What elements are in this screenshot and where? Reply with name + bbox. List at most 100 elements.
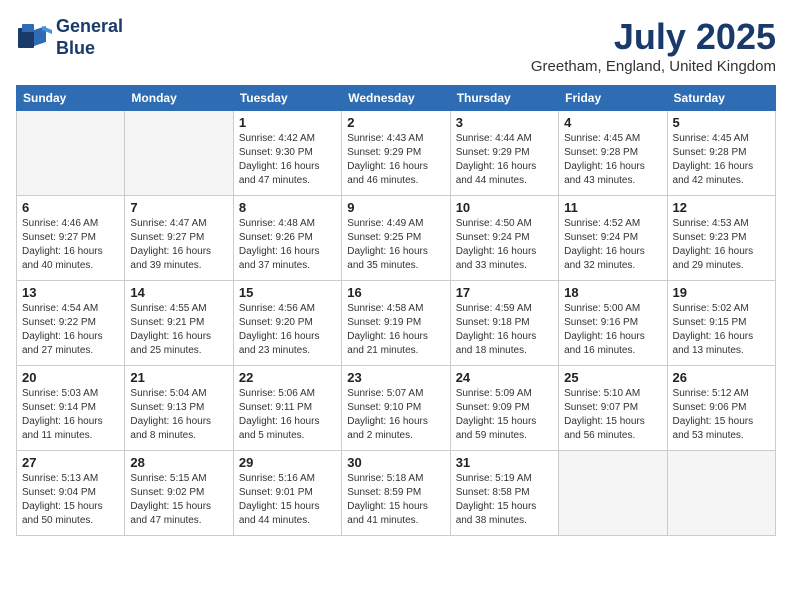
calendar-cell — [667, 451, 775, 536]
header-monday: Monday — [125, 86, 233, 111]
day-number: 1 — [239, 115, 336, 130]
day-info: Sunrise: 4:47 AM Sunset: 9:27 PM Dayligh… — [130, 217, 227, 273]
calendar-cell: 22 Sunrise: 5:06 AM Sunset: 9:11 PM Dayli… — [233, 366, 341, 451]
day-info: Sunrise: 4:53 AM Sunset: 9:23 PM Dayligh… — [673, 217, 770, 273]
calendar-week-2: 6Sunrise: 4:46 AM Sunset: 9:27 PM Daylig… — [17, 196, 776, 281]
calendar-cell: 15 Sunrise: 4:56 AM Sunset: 9:20 PM Dayli… — [233, 281, 341, 366]
calendar-cell: 16 Sunrise: 4:58 AM Sunset: 9:19 PM Dayli… — [342, 281, 450, 366]
calendar-cell: 31 Sunrise: 5:19 AM Sunset: 8:58 PM Dayli… — [450, 451, 558, 536]
day-number: 24 — [456, 370, 553, 385]
calendar-cell: 10 Sunrise: 4:50 AM Sunset: 9:24 PM Dayli… — [450, 196, 558, 281]
day-number: 13 — [22, 285, 119, 300]
day-number: 26 — [673, 370, 770, 385]
day-info: Sunrise: 4:56 AM Sunset: 9:20 PM Dayligh… — [239, 302, 336, 358]
day-number: 22 — [239, 370, 336, 385]
calendar-cell: 13 Sunrise: 4:54 AM Sunset: 9:22 PM Dayli… — [17, 281, 125, 366]
calendar-cell: 4Sunrise: 4:45 AM Sunset: 9:28 PM Daylig… — [559, 111, 667, 196]
day-info: Sunrise: 4:50 AM Sunset: 9:24 PM Dayligh… — [456, 217, 553, 273]
day-number: 19 — [673, 285, 770, 300]
day-number: 5 — [673, 115, 770, 130]
calendar-week-3: 13 Sunrise: 4:54 AM Sunset: 9:22 PM Dayli… — [17, 281, 776, 366]
header-thursday: Thursday — [450, 86, 558, 111]
header-sunday: Sunday — [17, 86, 125, 111]
calendar-week-1: 1 Sunrise: 4:42 AM Sunset: 9:30 PM Daylig… — [17, 111, 776, 196]
day-info: Sunrise: 5:06 AM Sunset: 9:11 PM Dayligh… — [239, 387, 336, 443]
calendar-cell: 17 Sunrise: 4:59 AM Sunset: 9:18 PM Dayli… — [450, 281, 558, 366]
day-number: 31 — [456, 455, 553, 470]
calendar-cell: 24 Sunrise: 5:09 AM Sunset: 9:09 PM Dayli… — [450, 366, 558, 451]
day-info: Sunrise: 5:19 AM Sunset: 8:58 PM Dayligh… — [456, 472, 553, 528]
logo: General Blue — [16, 16, 123, 59]
day-number: 14 — [130, 285, 227, 300]
calendar-cell: 26 Sunrise: 5:12 AM Sunset: 9:06 PM Dayli… — [667, 366, 775, 451]
day-info: Sunrise: 5:00 AM Sunset: 9:16 PM Dayligh… — [564, 302, 661, 358]
day-info: Sunrise: 4:49 AM Sunset: 9:25 PM Dayligh… — [347, 217, 444, 273]
day-info: Sunrise: 4:46 AM Sunset: 9:27 PM Dayligh… — [22, 217, 119, 273]
calendar-cell: 21 Sunrise: 5:04 AM Sunset: 9:13 PM Dayli… — [125, 366, 233, 451]
calendar-cell: 11Sunrise: 4:52 AM Sunset: 9:24 PM Dayli… — [559, 196, 667, 281]
header-saturday: Saturday — [667, 86, 775, 111]
title-block: July 2025 Greetham, England, United King… — [531, 16, 776, 75]
calendar-cell: 9 Sunrise: 4:49 AM Sunset: 9:25 PM Daylig… — [342, 196, 450, 281]
header-tuesday: Tuesday — [233, 86, 341, 111]
day-number: 10 — [456, 200, 553, 215]
page-header: General Blue July 2025 Greetham, England… — [16, 16, 776, 75]
day-number: 9 — [347, 200, 444, 215]
calendar-table: SundayMondayTuesdayWednesdayThursdayFrid… — [16, 85, 776, 536]
calendar-cell: 25 Sunrise: 5:10 AM Sunset: 9:07 PM Dayli… — [559, 366, 667, 451]
day-info: Sunrise: 5:18 AM Sunset: 8:59 PM Dayligh… — [347, 472, 444, 528]
day-number: 3 — [456, 115, 553, 130]
day-info: Sunrise: 5:03 AM Sunset: 9:14 PM Dayligh… — [22, 387, 119, 443]
day-info: Sunrise: 5:10 AM Sunset: 9:07 PM Dayligh… — [564, 387, 661, 443]
day-number: 28 — [130, 455, 227, 470]
month-title: July 2025 — [531, 16, 776, 58]
calendar-cell: 30Sunrise: 5:18 AM Sunset: 8:59 PM Dayli… — [342, 451, 450, 536]
day-info: Sunrise: 4:59 AM Sunset: 9:18 PM Dayligh… — [456, 302, 553, 358]
day-info: Sunrise: 5:07 AM Sunset: 9:10 PM Dayligh… — [347, 387, 444, 443]
calendar-cell: 3 Sunrise: 4:44 AM Sunset: 9:29 PM Daylig… — [450, 111, 558, 196]
day-number: 23 — [347, 370, 444, 385]
day-info: Sunrise: 5:12 AM Sunset: 9:06 PM Dayligh… — [673, 387, 770, 443]
calendar-cell: 27 Sunrise: 5:13 AM Sunset: 9:04 PM Dayli… — [17, 451, 125, 536]
calendar-cell: 7 Sunrise: 4:47 AM Sunset: 9:27 PM Daylig… — [125, 196, 233, 281]
day-info: Sunrise: 4:58 AM Sunset: 9:19 PM Dayligh… — [347, 302, 444, 358]
calendar-cell: 8 Sunrise: 4:48 AM Sunset: 9:26 PM Daylig… — [233, 196, 341, 281]
day-number: 7 — [130, 200, 227, 215]
calendar-cell: 28 Sunrise: 5:15 AM Sunset: 9:02 PM Dayli… — [125, 451, 233, 536]
day-number: 25 — [564, 370, 661, 385]
day-info: Sunrise: 5:16 AM Sunset: 9:01 PM Dayligh… — [239, 472, 336, 528]
day-number: 17 — [456, 285, 553, 300]
location: Greetham, England, United Kingdom — [531, 58, 776, 75]
day-number: 29 — [239, 455, 336, 470]
calendar-cell: 5Sunrise: 4:45 AM Sunset: 9:28 PM Daylig… — [667, 111, 775, 196]
calendar-week-5: 27 Sunrise: 5:13 AM Sunset: 9:04 PM Dayli… — [17, 451, 776, 536]
day-number: 8 — [239, 200, 336, 215]
day-number: 15 — [239, 285, 336, 300]
day-number: 20 — [22, 370, 119, 385]
day-number: 16 — [347, 285, 444, 300]
day-number: 27 — [22, 455, 119, 470]
calendar-cell: 14Sunrise: 4:55 AM Sunset: 9:21 PM Dayli… — [125, 281, 233, 366]
header-wednesday: Wednesday — [342, 86, 450, 111]
calendar-cell: 29 Sunrise: 5:16 AM Sunset: 9:01 PM Dayli… — [233, 451, 341, 536]
day-info: Sunrise: 4:52 AM Sunset: 9:24 PM Dayligh… — [564, 217, 661, 273]
day-info: Sunrise: 4:54 AM Sunset: 9:22 PM Dayligh… — [22, 302, 119, 358]
calendar-week-4: 20 Sunrise: 5:03 AM Sunset: 9:14 PM Dayli… — [17, 366, 776, 451]
calendar-cell: 23 Sunrise: 5:07 AM Sunset: 9:10 PM Dayli… — [342, 366, 450, 451]
day-info: Sunrise: 4:45 AM Sunset: 9:28 PM Dayligh… — [564, 132, 661, 188]
calendar-cell: 18Sunrise: 5:00 AM Sunset: 9:16 PM Dayli… — [559, 281, 667, 366]
day-info: Sunrise: 5:15 AM Sunset: 9:02 PM Dayligh… — [130, 472, 227, 528]
day-number: 21 — [130, 370, 227, 385]
day-info: Sunrise: 5:09 AM Sunset: 9:09 PM Dayligh… — [456, 387, 553, 443]
calendar-cell: 1 Sunrise: 4:42 AM Sunset: 9:30 PM Daylig… — [233, 111, 341, 196]
day-number: 2 — [347, 115, 444, 130]
logo-text: General Blue — [56, 16, 123, 59]
day-info: Sunrise: 5:04 AM Sunset: 9:13 PM Dayligh… — [130, 387, 227, 443]
day-info: Sunrise: 5:13 AM Sunset: 9:04 PM Dayligh… — [22, 472, 119, 528]
calendar-cell — [17, 111, 125, 196]
day-info: Sunrise: 5:02 AM Sunset: 9:15 PM Dayligh… — [673, 302, 770, 358]
calendar-cell — [125, 111, 233, 196]
day-info: Sunrise: 4:44 AM Sunset: 9:29 PM Dayligh… — [456, 132, 553, 188]
day-info: Sunrise: 4:48 AM Sunset: 9:26 PM Dayligh… — [239, 217, 336, 273]
day-info: Sunrise: 4:42 AM Sunset: 9:30 PM Dayligh… — [239, 132, 336, 188]
